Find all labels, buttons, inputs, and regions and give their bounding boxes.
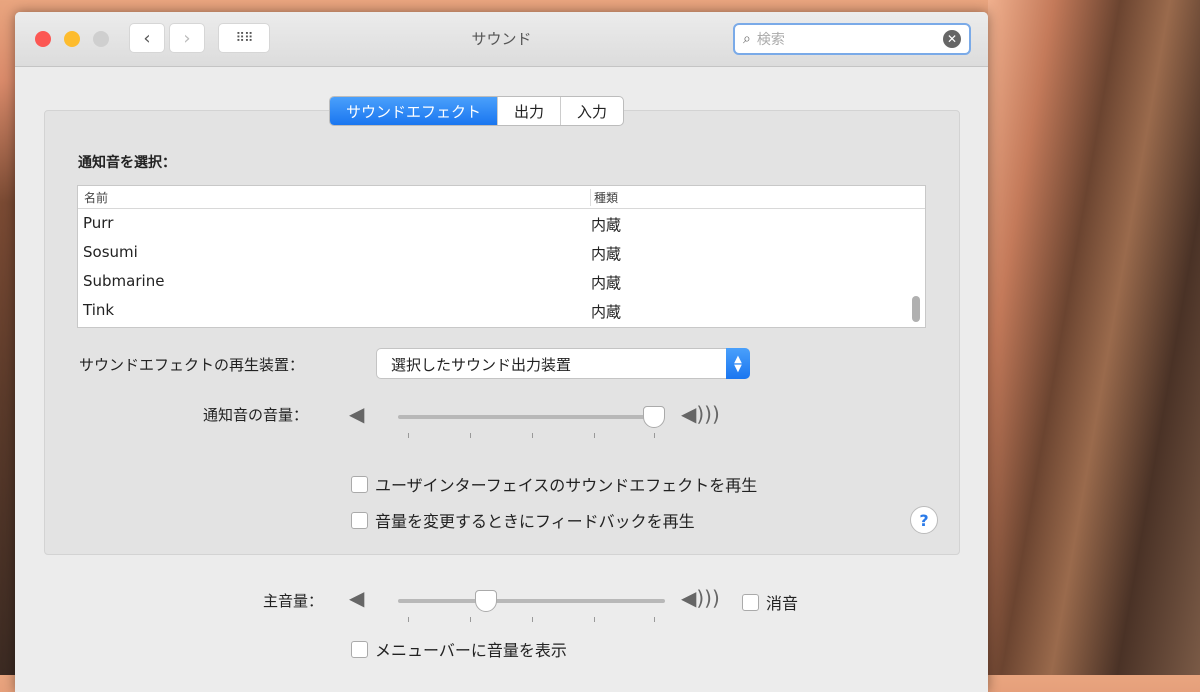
updown-chevron-icon: ▲ ▼: [726, 348, 750, 379]
alert-volume-slider[interactable]: [398, 406, 666, 438]
sound-type: 内蔵: [591, 303, 622, 321]
titlebar: ‹ › ⠿⠿ サウンド ⌕ 検索 ✕: [15, 12, 988, 67]
mute-label: 消音: [766, 594, 799, 613]
tab-sound-effects[interactable]: サウンドエフェクト: [330, 97, 498, 125]
list-header: 名前 種類: [78, 186, 925, 209]
feedback-checkbox[interactable]: 音量を変更するときにフィードバックを再生: [351, 508, 695, 532]
sound-type: 内蔵: [591, 216, 622, 234]
mute-checkbox[interactable]: 消音: [742, 590, 798, 614]
list-item[interactable]: Tink 内蔵: [78, 296, 925, 325]
speaker-low-icon: ◀: [349, 402, 365, 426]
ui-sound-checkbox[interactable]: ユーザインターフェイスのサウンドエフェクトを再生: [351, 472, 757, 496]
sound-name: Sosumi: [83, 243, 138, 261]
column-type[interactable]: 種類: [590, 189, 618, 206]
speaker-high-icon: ◀))): [681, 402, 720, 426]
tab-output[interactable]: 出力: [497, 97, 560, 125]
master-volume-slider[interactable]: [398, 590, 665, 622]
menubar-volume-checkbox[interactable]: メニューバーに音量を表示: [351, 637, 567, 661]
device-label: サウンドエフェクトの再生装置：: [79, 356, 305, 374]
search-field[interactable]: ⌕ 検索 ✕: [733, 23, 971, 55]
sound-type: 内蔵: [591, 245, 622, 263]
clear-search-icon[interactable]: ✕: [943, 30, 961, 48]
sound-name: Tink: [83, 301, 115, 319]
sound-preferences-window: ‹ › ⠿⠿ サウンド ⌕ 検索 ✕ サウンドエフェクト 出力 入力 通知音を選…: [15, 12, 988, 692]
list-item[interactable]: Purr 内蔵: [78, 209, 925, 238]
alert-volume-label: 通知音の音量：: [203, 406, 309, 424]
speaker-low-icon: ◀: [349, 586, 365, 610]
tab-input[interactable]: 入力: [560, 97, 623, 125]
feedback-label: 音量を変更するときにフィードバックを再生: [375, 512, 695, 531]
speaker-high-icon: ◀))): [681, 586, 720, 610]
list-item[interactable]: Submarine 内蔵: [78, 267, 925, 296]
alert-sound-list[interactable]: 名前 種類 Purr 内蔵 Sosumi 内蔵 Submarine 内蔵 Tink 内蔵: [77, 185, 926, 328]
desktop-wallpaper: [988, 0, 1200, 675]
device-select[interactable]: 選択したサウンド出力装置 ▲ ▼: [376, 348, 750, 379]
sound-name: Purr: [83, 214, 114, 232]
help-button[interactable]: ?: [910, 506, 938, 534]
sound-name: Submarine: [83, 272, 165, 290]
tab-bar: サウンドエフェクト 出力 入力: [329, 96, 625, 126]
master-volume-label: 主音量：: [263, 592, 324, 610]
list-item[interactable]: Sosumi 内蔵: [78, 238, 925, 267]
ui-sound-label: ユーザインターフェイスのサウンドエフェクトを再生: [375, 476, 758, 495]
slider-thumb[interactable]: [643, 406, 666, 428]
search-placeholder: 検索: [756, 32, 785, 48]
slider-thumb[interactable]: [475, 590, 498, 612]
menubar-volume-label: メニューバーに音量を表示: [375, 641, 567, 660]
list-scrollbar[interactable]: [912, 296, 920, 322]
device-value: 選択したサウンド出力装置: [391, 356, 572, 374]
column-name[interactable]: 名前: [84, 189, 108, 206]
alert-sound-label: 通知音を選択：: [78, 155, 176, 171]
sound-type: 内蔵: [591, 274, 622, 292]
search-icon: ⌕: [743, 31, 751, 47]
